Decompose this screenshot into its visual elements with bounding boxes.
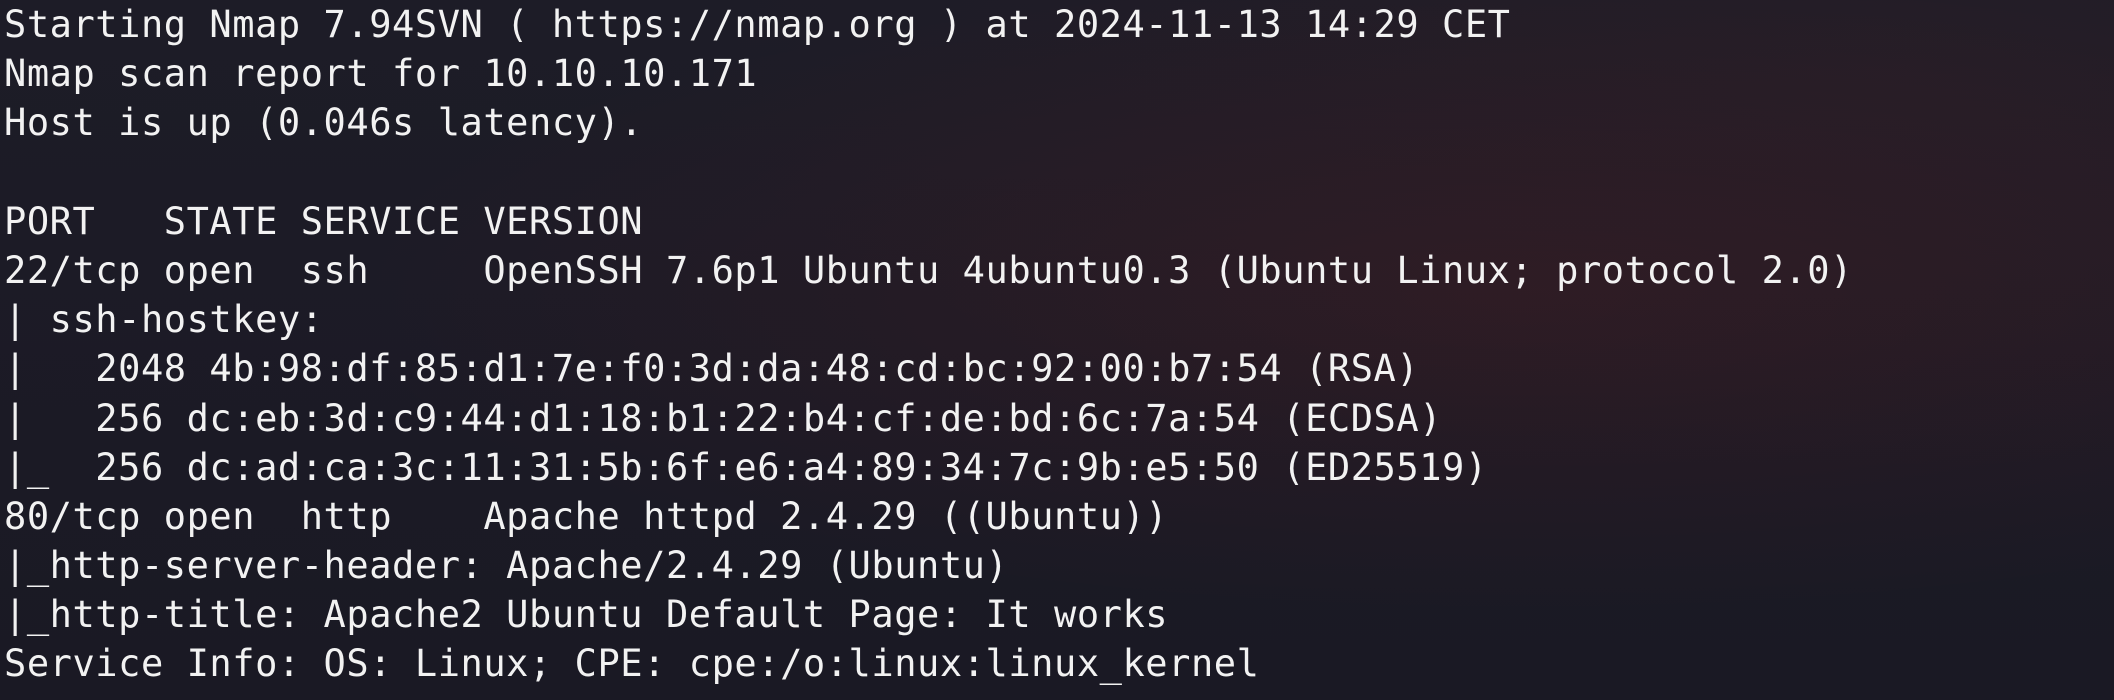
terminal-line-service-info: Service Info: OS: Linux; CPE: cpe:/o:lin…: [4, 642, 1260, 686]
terminal-line-nmap-start: Starting Nmap 7.94SVN ( https://nmap.org…: [4, 3, 1511, 46]
terminal-line-hostkey-ecdsa: | 256 dc:eb:3d:c9:44:d1:18:b1:22:b4:cf:d…: [4, 396, 1443, 440]
terminal-line-ssh-hostkey: | ssh-hostkey:: [4, 298, 347, 342]
terminal-line-http-title: |_http-title: Apache2 Ubuntu Default Pag…: [4, 593, 1169, 637]
terminal-line-hostkey-rsa: | 2048 4b:98:df:85:d1:7e:f0:3d:da:48:cd:…: [4, 347, 1420, 391]
terminal-output: Starting Nmap 7.94SVN ( https://nmap.org…: [4, 0, 1853, 689]
terminal-line-port-80: 80/tcp open http Apache httpd 2.4.29 ((U…: [4, 494, 1169, 538]
terminal-window[interactable]: Starting Nmap 7.94SVN ( https://nmap.org…: [0, 0, 2114, 700]
terminal-line-port-header: PORT STATE SERVICE VERSION: [4, 199, 644, 243]
terminal-line-hostkey-ed25519: |_ 256 dc:ad:ca:3c:11:31:5b:6f:e6:a4:89:…: [4, 445, 1488, 489]
terminal-line-port-22: 22/tcp open ssh OpenSSH 7.6p1 Ubuntu 4ub…: [4, 248, 1853, 292]
terminal-line-host-up: Host is up (0.046s latency).: [4, 101, 644, 145]
terminal-line-scan-report: Nmap scan report for 10.10.10.171: [4, 52, 758, 96]
terminal-line-http-server-header: |_http-server-header: Apache/2.4.29 (Ubu…: [4, 544, 1009, 588]
